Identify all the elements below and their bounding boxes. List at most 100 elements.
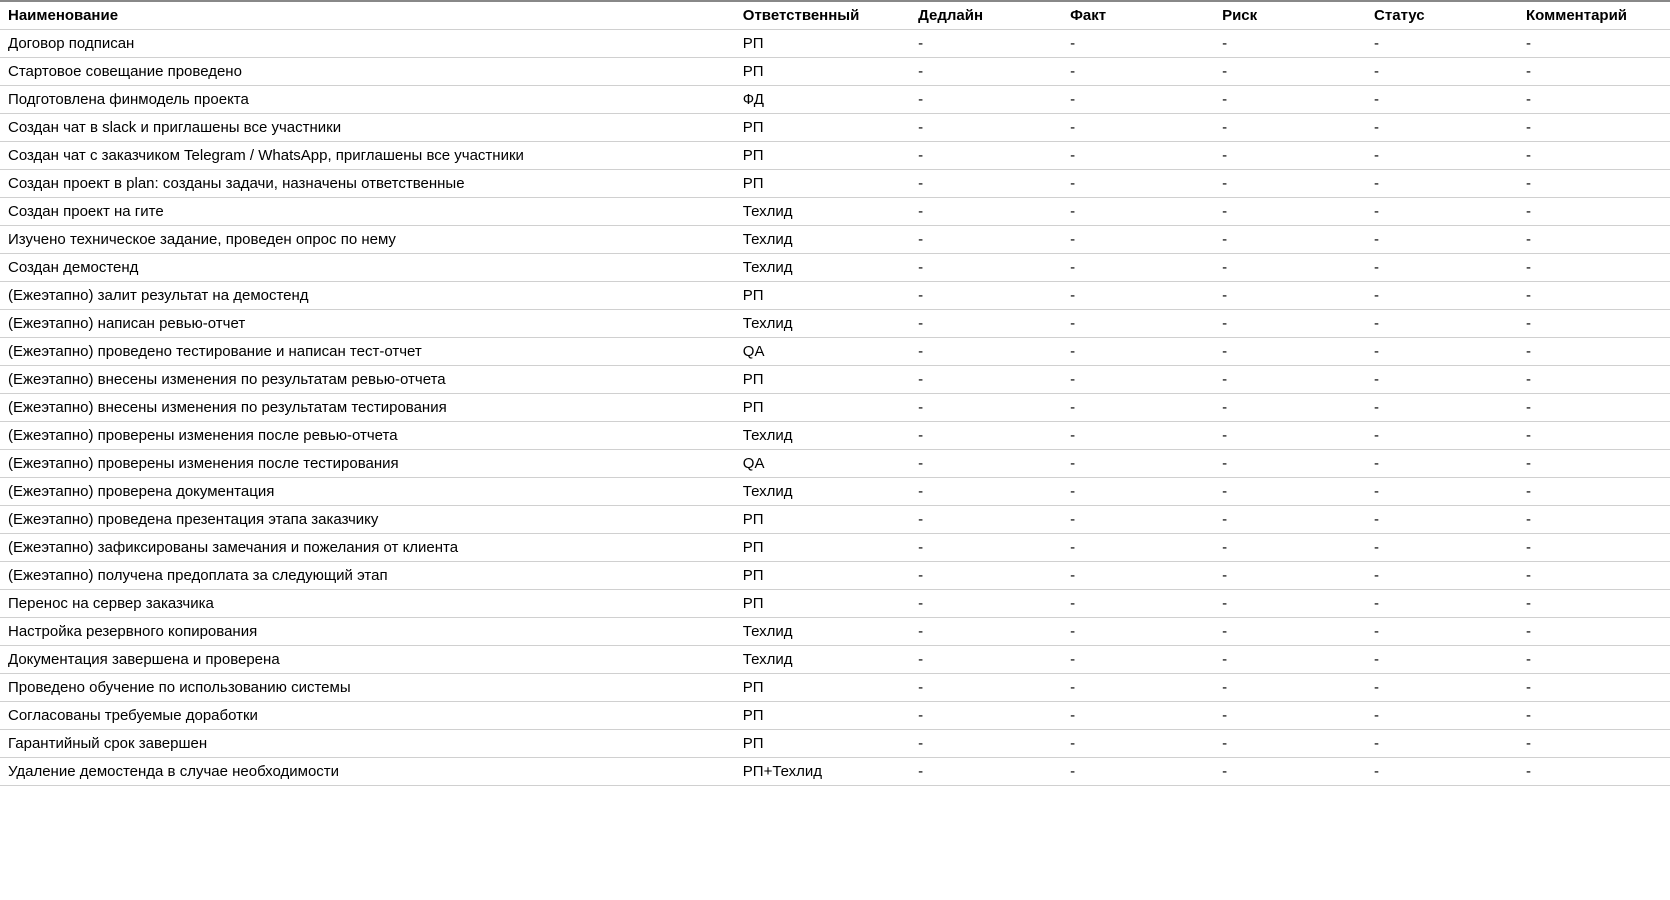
cell-responsible: QA <box>735 450 910 478</box>
cell-comment: - <box>1518 478 1670 506</box>
cell-name: (Ежеэтапно) залит результат на демостенд <box>0 282 735 310</box>
header-responsible: Ответственный <box>735 1 910 30</box>
cell-comment: - <box>1518 730 1670 758</box>
cell-status: - <box>1366 86 1518 114</box>
cell-fact: - <box>1062 422 1214 450</box>
cell-status: - <box>1366 282 1518 310</box>
cell-responsible: Техлид <box>735 254 910 282</box>
cell-comment: - <box>1518 562 1670 590</box>
cell-fact: - <box>1062 506 1214 534</box>
cell-comment: - <box>1518 646 1670 674</box>
cell-risk: - <box>1214 310 1366 338</box>
cell-responsible: РП <box>735 590 910 618</box>
cell-fact: - <box>1062 366 1214 394</box>
cell-name: Создан проект в plan: созданы задачи, на… <box>0 170 735 198</box>
cell-deadline: - <box>910 646 1062 674</box>
table-row: Согласованы требуемые доработкиРП----- <box>0 702 1670 730</box>
cell-status: - <box>1366 506 1518 534</box>
cell-name: Документация завершена и проверена <box>0 646 735 674</box>
table-row: Проведено обучение по использованию сист… <box>0 674 1670 702</box>
cell-fact: - <box>1062 226 1214 254</box>
table-row: (Ежеэтапно) получена предоплата за следу… <box>0 562 1670 590</box>
cell-comment: - <box>1518 226 1670 254</box>
cell-fact: - <box>1062 58 1214 86</box>
cell-risk: - <box>1214 646 1366 674</box>
cell-risk: - <box>1214 394 1366 422</box>
table-row: Удаление демостенда в случае необходимос… <box>0 758 1670 786</box>
cell-status: - <box>1366 758 1518 786</box>
table-row: (Ежеэтапно) проведено тестирование и нап… <box>0 338 1670 366</box>
table-row: (Ежеэтапно) проверены изменения после те… <box>0 450 1670 478</box>
cell-responsible: РП <box>735 730 910 758</box>
table-row: Изучено техническое задание, проведен оп… <box>0 226 1670 254</box>
cell-status: - <box>1366 478 1518 506</box>
cell-deadline: - <box>910 702 1062 730</box>
cell-deadline: - <box>910 590 1062 618</box>
table-row: Гарантийный срок завершенРП----- <box>0 730 1670 758</box>
cell-name: (Ежеэтапно) написан ревью-отчет <box>0 310 735 338</box>
cell-risk: - <box>1214 366 1366 394</box>
cell-risk: - <box>1214 254 1366 282</box>
cell-risk: - <box>1214 86 1366 114</box>
cell-comment: - <box>1518 30 1670 58</box>
cell-name: Удаление демостенда в случае необходимос… <box>0 758 735 786</box>
table-row: Создан демостендТехлид----- <box>0 254 1670 282</box>
cell-fact: - <box>1062 590 1214 618</box>
cell-fact: - <box>1062 310 1214 338</box>
cell-responsible: Техлид <box>735 226 910 254</box>
cell-status: - <box>1366 338 1518 366</box>
cell-fact: - <box>1062 478 1214 506</box>
cell-name: Подготовлена финмодель проекта <box>0 86 735 114</box>
cell-deadline: - <box>910 758 1062 786</box>
table-row: Создан проект в plan: созданы задачи, на… <box>0 170 1670 198</box>
cell-fact: - <box>1062 618 1214 646</box>
cell-fact: - <box>1062 282 1214 310</box>
cell-name: Создан проект на гите <box>0 198 735 226</box>
cell-comment: - <box>1518 534 1670 562</box>
cell-fact: - <box>1062 702 1214 730</box>
cell-comment: - <box>1518 758 1670 786</box>
cell-comment: - <box>1518 450 1670 478</box>
cell-responsible: Техлид <box>735 618 910 646</box>
cell-name: Настройка резервного копирования <box>0 618 735 646</box>
cell-deadline: - <box>910 730 1062 758</box>
cell-status: - <box>1366 30 1518 58</box>
table-row: Настройка резервного копированияТехлид--… <box>0 618 1670 646</box>
cell-deadline: - <box>910 30 1062 58</box>
cell-risk: - <box>1214 226 1366 254</box>
cell-name: Создан чат с заказчиком Telegram / Whats… <box>0 142 735 170</box>
cell-fact: - <box>1062 450 1214 478</box>
cell-responsible: Техлид <box>735 198 910 226</box>
cell-risk: - <box>1214 30 1366 58</box>
table-row: Создан проект на гитеТехлид----- <box>0 198 1670 226</box>
cell-fact: - <box>1062 534 1214 562</box>
cell-comment: - <box>1518 282 1670 310</box>
cell-comment: - <box>1518 590 1670 618</box>
cell-risk: - <box>1214 730 1366 758</box>
cell-deadline: - <box>910 226 1062 254</box>
cell-deadline: - <box>910 450 1062 478</box>
cell-fact: - <box>1062 254 1214 282</box>
table-row: (Ежеэтапно) внесены изменения по результ… <box>0 366 1670 394</box>
cell-deadline: - <box>910 506 1062 534</box>
cell-status: - <box>1366 310 1518 338</box>
cell-comment: - <box>1518 310 1670 338</box>
cell-deadline: - <box>910 394 1062 422</box>
cell-name: Проведено обучение по использованию сист… <box>0 674 735 702</box>
cell-fact: - <box>1062 674 1214 702</box>
cell-name: (Ежеэтапно) получена предоплата за следу… <box>0 562 735 590</box>
cell-name: Создан чат в slack и приглашены все учас… <box>0 114 735 142</box>
cell-deadline: - <box>910 310 1062 338</box>
table-row: Перенос на сервер заказчикаРП----- <box>0 590 1670 618</box>
cell-name: Изучено техническое задание, проведен оп… <box>0 226 735 254</box>
cell-fact: - <box>1062 114 1214 142</box>
cell-responsible: РП <box>735 674 910 702</box>
cell-responsible: РП <box>735 394 910 422</box>
cell-status: - <box>1366 730 1518 758</box>
cell-comment: - <box>1518 422 1670 450</box>
cell-status: - <box>1366 170 1518 198</box>
cell-deadline: - <box>910 366 1062 394</box>
cell-status: - <box>1366 254 1518 282</box>
cell-fact: - <box>1062 142 1214 170</box>
table-row: (Ежеэтапно) залит результат на демостенд… <box>0 282 1670 310</box>
